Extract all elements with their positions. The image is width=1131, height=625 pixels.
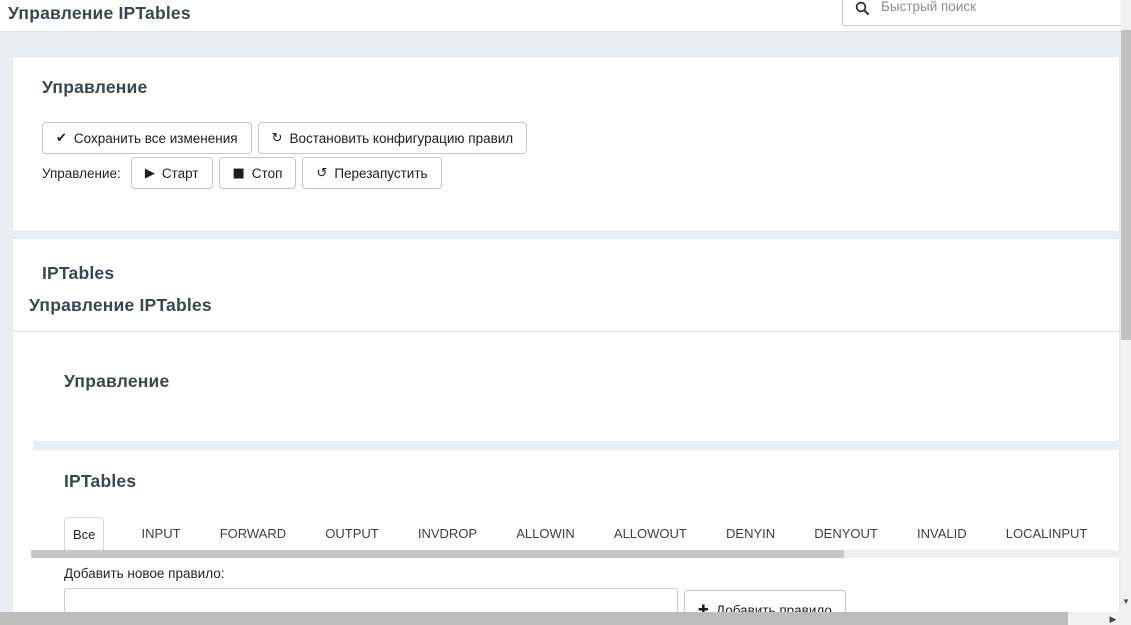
horizontal-scrollbar[interactable]: ▶ bbox=[0, 612, 1121, 625]
chain-tab[interactable]: DENYIN bbox=[724, 517, 777, 550]
iptables-card-title: IPTables bbox=[42, 263, 114, 284]
tabs-horizontal-scrollbar[interactable] bbox=[31, 550, 1121, 558]
card-gap-strip bbox=[33, 441, 1118, 450]
quick-search[interactable] bbox=[842, 0, 1122, 26]
start-label: Старт bbox=[162, 166, 199, 181]
save-all-button[interactable]: ✔ Сохранить все изменения bbox=[42, 122, 252, 154]
restart-icon: ↺ bbox=[316, 167, 327, 180]
refresh-icon: ↻ bbox=[272, 132, 283, 145]
section-divider bbox=[13, 331, 1119, 332]
restore-config-button[interactable]: ↻ Востановить конфигурацию правил bbox=[258, 122, 528, 154]
service-control-row: Управление: ▶ Старт ■ Стоп ↺ Перезапусти… bbox=[42, 157, 442, 189]
play-icon: ▶ bbox=[145, 167, 155, 180]
stop-button[interactable]: ■ Стоп bbox=[219, 157, 297, 189]
add-rule-label: Добавить новое правило: bbox=[64, 566, 225, 581]
chain-tab[interactable]: INPUT bbox=[140, 517, 183, 550]
save-restore-row: ✔ Сохранить все изменения ↻ Востановить … bbox=[42, 122, 527, 154]
control-label: Управление: bbox=[42, 166, 121, 181]
chain-tab[interactable]: OUTPUT bbox=[323, 517, 380, 550]
chain-tab[interactable]: ALLOWIN bbox=[514, 517, 577, 550]
chain-tab[interactable]: FORWARD bbox=[218, 517, 288, 550]
stop-icon: ■ bbox=[233, 167, 245, 180]
iptables-card: IPTables Управление IPTables Управление … bbox=[12, 238, 1120, 620]
stop-label: Стоп bbox=[252, 166, 283, 181]
page-title: Управление IPTables bbox=[8, 3, 191, 24]
management-title: Управление bbox=[42, 77, 147, 98]
vertical-scrollbar-thumb[interactable] bbox=[1121, 30, 1131, 340]
tabs-scrollbar-thumb[interactable] bbox=[31, 550, 844, 558]
chain-tab[interactable]: INVALID bbox=[915, 517, 969, 550]
chain-tab[interactable]: INVDROP bbox=[416, 517, 479, 550]
scroll-right-arrow-icon[interactable]: ▶ bbox=[1108, 614, 1118, 624]
inner-management-title: Управление bbox=[64, 371, 169, 392]
chain-tab[interactable]: DENYOUT bbox=[812, 517, 880, 550]
check-icon: ✔ bbox=[56, 132, 67, 145]
restart-label: Перезапустить bbox=[334, 166, 427, 181]
scroll-down-arrow-icon[interactable]: ▼ bbox=[1122, 598, 1130, 606]
chain-tab[interactable]: Все bbox=[64, 517, 104, 550]
chain-tab[interactable]: ALLOWOUT bbox=[612, 517, 689, 550]
horizontal-scrollbar-thumb[interactable] bbox=[0, 612, 1068, 625]
management-card: Управление ✔ Сохранить все изменения ↻ В… bbox=[12, 56, 1120, 232]
chain-tabs: Все INPUT FORWARD OUTPUT INVDROP ALLOWIN ALLOW… bbox=[64, 517, 1131, 550]
iptables-page-title: Управление IPTables bbox=[29, 295, 212, 316]
vertical-scrollbar[interactable]: ▼ bbox=[1121, 0, 1131, 612]
inner-iptables-title: IPTables bbox=[64, 471, 136, 492]
chain-tab[interactable]: LOCALINPUT bbox=[1004, 517, 1090, 550]
restart-button[interactable]: ↺ Перезапустить bbox=[302, 157, 441, 189]
search-input[interactable] bbox=[843, 0, 1121, 25]
scrollbar-corner bbox=[1121, 612, 1131, 625]
save-all-label: Сохранить все изменения bbox=[74, 131, 238, 146]
start-button[interactable]: ▶ Старт bbox=[131, 157, 213, 189]
restore-config-label: Востановить конфигурацию правил bbox=[289, 131, 513, 146]
